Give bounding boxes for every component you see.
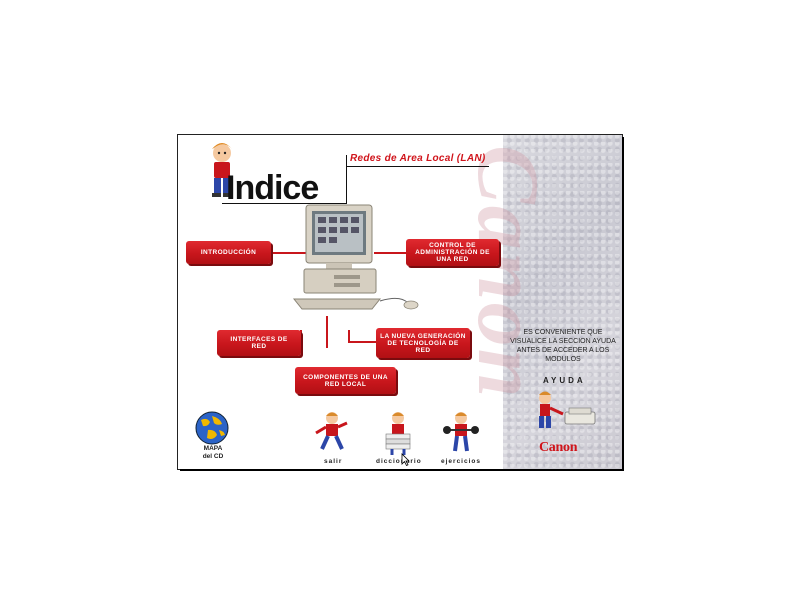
mapa-del-cd-label[interactable]: MAPA del CD	[198, 445, 228, 461]
componentes-red-local-button[interactable]: COMPONENTES DE UNA RED LOCAL	[295, 367, 396, 394]
help-notice: ES CONVENIENTE QUE VISUALICE LA SECCION …	[510, 329, 616, 363]
nueva-generacion-button[interactable]: LA NUEVA GENERACIÓN DE TECNOLOGÍA DE RED	[376, 328, 470, 358]
globe-icon[interactable]	[195, 411, 229, 445]
course-title: Redes de Area Local (LAN)	[350, 153, 486, 164]
introduccion-button[interactable]: INTRODUCCIÓN	[186, 241, 271, 264]
ayuda-button[interactable]: AYUDA	[543, 376, 586, 385]
subtitle-underline	[346, 166, 489, 167]
control-administracion-button[interactable]: CONTROL DE ADMINISTRACIÓN DE UNA RED	[406, 239, 499, 266]
diccionario-icon[interactable]	[380, 411, 416, 457]
ejercicios-icon[interactable]	[443, 411, 479, 457]
salir-icon[interactable]	[314, 411, 350, 457]
interfaces-de-red-button[interactable]: INTERFACES DE RED	[217, 330, 301, 356]
side-panel: Canon ES CONVENIENTE QUE VISUALICE LA SE…	[459, 135, 622, 469]
salir-link[interactable]: salir	[324, 458, 342, 465]
help-character-icon[interactable]	[533, 390, 603, 432]
application-window: Canon ES CONVENIENTE QUE VISUALICE LA SE…	[178, 135, 622, 469]
mapa-label-line2: del CD	[202, 453, 224, 460]
ejercicios-link[interactable]: ejercicios	[441, 458, 481, 465]
mapa-label-line1: MAPA	[203, 445, 223, 452]
wire-nueva	[348, 341, 376, 343]
canon-logo: Canon	[539, 440, 578, 455]
diccionario-link[interactable]: diccionario	[376, 458, 422, 465]
title-divider	[346, 155, 347, 204]
mouse-cursor-icon	[401, 453, 410, 466]
